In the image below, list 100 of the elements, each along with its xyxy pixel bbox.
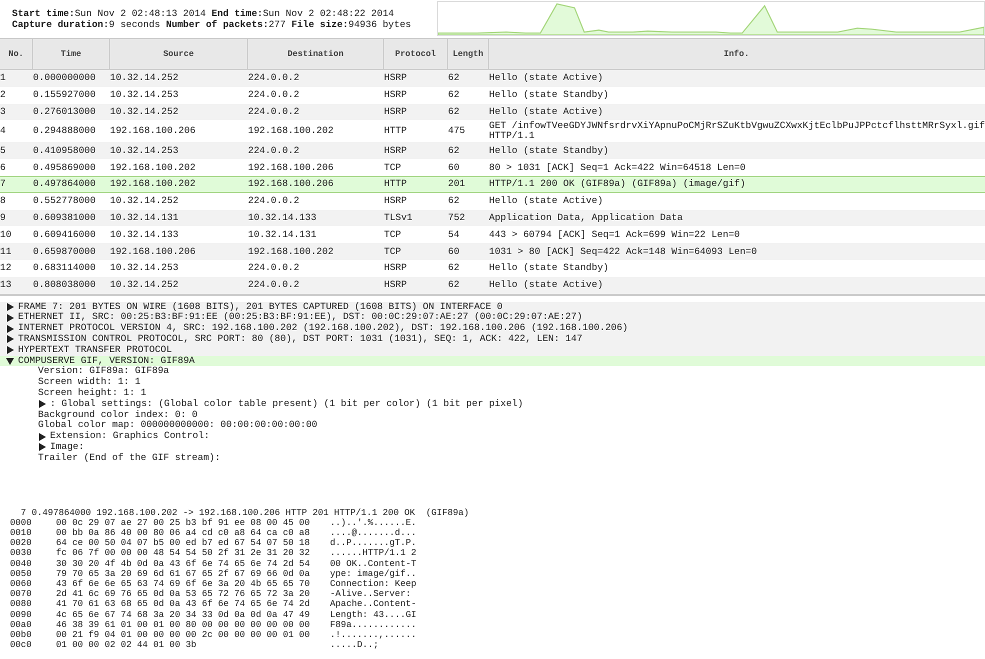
table-cell-text: HTTP <box>384 126 408 136</box>
table-cell-text: 4 <box>0 126 7 136</box>
table-cell-text: TCP <box>384 162 402 173</box>
collapsed-triangle-icon[interactable] <box>6 335 14 344</box>
hex-ascii: ype: image/gif.. <box>330 568 418 579</box>
detail-row[interactable]: HYPERTEXT TRANSFER PROTOCOL <box>0 344 985 356</box>
table-cell-text: 224.0.0.2 <box>248 90 300 100</box>
packet-row[interactable]: 7 0.497864000 192.168.100.202 192.168.100.206 HTTP 201 HTTP/1.1 200 OK (GIF89a) (GIF89a) (image/gif) <box>0 176 985 193</box>
hex-offset: 00b0 <box>10 630 33 640</box>
packet-row[interactable]: 6 0.495869000 192.168.100.202 192.168.100.206 TCP 60 80 > 1031 [ACK] Seq=1 Ack=422 Win=64518 Len=0 <box>0 159 985 176</box>
collapsed-triangle-icon[interactable] <box>6 314 14 322</box>
table-cell-text: 0.276013000 <box>33 106 97 117</box>
packet-summary: 7 0.497864000 192.168.100.202 -> 192.168.100.206 HTTP 201 HTTP/1.1 200 OK (GIF89a) <box>20 508 470 518</box>
column-header[interactable]: Source <box>110 39 248 69</box>
detail-field: Image: <box>50 442 84 453</box>
collapsed-triangle-icon[interactable] <box>6 346 14 354</box>
table-cell-text: 192.168.100.202 <box>248 246 335 257</box>
packet-row[interactable]: 8 0.552778000 10.32.14.252 224.0.0.2 HSRP 62 Hello (state Active) <box>0 192 985 210</box>
packet-row[interactable]: 5 0.410958000 10.32.14.253 224.0.0.2 HSRP 62 Hello (state Standby) <box>0 142 985 160</box>
detail-row[interactable]: TRANSMISSION CONTROL PROTOCOL, SRC PORT: 80 (80), DST PORT: 1031 (1031), SEQ: 1, ACK: 422, LEN: 147 <box>0 334 985 345</box>
hex-bytes: 79 70 65 3a 20 69 6d 61 67 65 2f 67 69 66 0d 0a <box>56 568 311 579</box>
table-cell-text: Application Data, Application Data <box>489 212 684 224</box>
table-cell-text: Hello (state Active) <box>489 279 604 292</box>
table-cell-text: 192.168.100.202 <box>110 179 197 190</box>
capture-summary: Start time:Sun Nov 2 02:48:13 2014 End time:Sun Nov 2 02:48:22 2014 <box>12 8 395 19</box>
collapsed-triangle-icon[interactable] <box>6 324 14 333</box>
table-cell-text: 5 <box>0 146 7 156</box>
table-cell-text: 2 <box>0 90 7 100</box>
expanded-triangle-icon[interactable] <box>6 356 14 365</box>
hex-offset: 00c0 <box>10 640 33 650</box>
detail-field: Screen height: 1: 1 <box>38 388 146 399</box>
packet-row[interactable]: 11 0.659870000 192.168.100.206 192.168.100.202 TCP 60 1031 > 80 [ACK] Seq=422 Ack=148 Win=64093 Len=0 <box>0 243 985 260</box>
packet-row[interactable]: 13 0.808038000 10.32.14.252 224.0.0.2 HSRP 62 Hello (state Active) <box>0 276 985 294</box>
table-cell-text: 224.0.0.2 <box>248 196 300 206</box>
packet-row[interactable]: 9 0.609381000 10.32.14.131 10.32.14.133 TLSv1 752 Application Data, Application Data <box>0 210 985 226</box>
packet-row[interactable]: 2 0.155927000 10.32.14.253 224.0.0.2 HSRP 62 Hello (state Standby) <box>0 86 985 104</box>
table-cell-text: HSRP <box>384 90 408 100</box>
detail-row[interactable]: FRAME 7: 201 BYTES ON WIRE (1608 BITS), 201 BYTES CAPTURED (1608 BITS) ON INTERFACE 0 <box>0 302 985 312</box>
column-header[interactable]: Time <box>33 39 110 69</box>
table-cell-text: 475 <box>448 126 466 136</box>
column-header[interactable]: Protocol <box>384 39 448 69</box>
packet-row[interactable]: 12 0.683114000 10.32.14.253 224.0.0.2 HSRP 62 Hello (state Standby) <box>0 260 985 277</box>
table-cell-text: TCP <box>384 230 402 240</box>
table-cell-text: 10.32.14.253 <box>110 263 180 274</box>
table-cell-text: 10 <box>0 230 12 240</box>
hex-bytes: 64 ce 00 50 04 07 b5 00 ed b7 ed 67 54 07 50 18 <box>56 538 311 548</box>
table-cell-text: 10.32.14.252 <box>110 106 180 117</box>
collapsed-triangle-icon[interactable] <box>38 443 46 452</box>
hex-bytes: 01 00 00 02 02 44 01 00 3b <box>56 640 198 650</box>
table-cell-text: Hello (state Active) <box>489 72 604 84</box>
table-cell-text: 54 <box>448 230 460 240</box>
table-cell-text: HTTP <box>384 179 408 190</box>
column-header[interactable]: Info. <box>489 39 985 69</box>
hex-bytes: fc 06 7f 00 00 00 48 54 54 50 2f 31 2e 31 20 32 <box>56 548 311 559</box>
table-cell-text: TLSv1 <box>384 212 414 223</box>
detail-field: Trailer (End of the GIF stream): <box>38 452 220 464</box>
table-cell-text: 60 <box>448 162 460 173</box>
column-header[interactable]: Length <box>448 39 489 69</box>
detail-row[interactable]: ETHERNET II, SRC: 00:25:B3:BF:91:EE (00:25:B3:BF:91:EE), DST: 00:0C:29:07:AE:27 (00:0C:29:07:AE:27) <box>0 312 985 324</box>
table-cell-text: 62 <box>448 280 460 290</box>
collapsed-triangle-icon[interactable] <box>38 432 46 441</box>
column-header[interactable]: Destination <box>248 39 384 69</box>
table-cell-text: 752 <box>448 212 466 223</box>
detail-field: Background color index: 0: 0 <box>38 410 198 420</box>
hex-offset: 0000 <box>10 518 33 528</box>
detail-field: Screen width: 1: 1 <box>38 377 141 388</box>
hex-ascii: ......HTTP/1.1 2 <box>330 548 418 559</box>
hex-ascii: 00 OK..Content-T <box>330 558 418 569</box>
table-cell-text: 0.410958000 <box>33 146 97 156</box>
column-header[interactable]: No. <box>0 39 33 69</box>
packet-row[interactable]: 10 0.609416000 10.32.14.133 10.32.14.131 TCP 54 443 > 60794 [ACK] Seq=1 Ack=699 Win=22 Len=0 <box>0 226 985 244</box>
hex-bytes: 00 bb 0a 86 40 00 80 06 a4 cd c0 a8 64 ca c0 a8 <box>56 528 311 538</box>
hex-ascii: ..)..'.%......E. <box>330 518 418 528</box>
hex-offset: 0010 <box>10 528 33 538</box>
collapsed-triangle-icon[interactable] <box>6 302 14 311</box>
hex-ascii: d..P.......gT.P. <box>330 538 418 548</box>
hex-ascii: F89a............ <box>330 620 418 630</box>
packet-row[interactable]: 4 0.294888000 192.168.100.206 192.168.100.202 HTTP 475 GET /infowTVeeGDYJWNfsrdrvXiYApnuPoCMjRrSZuKtbVgwuZCXwxKjtEclbPuJPPctcflhsttMRrSyxl.gif HTTP/1.1 <box>0 120 985 142</box>
hex-bytes: 00 21 f9 04 01 00 00 00 00 2c 00 00 00 00 01 00 <box>56 630 311 640</box>
table-cell-text: 192.168.100.206 <box>248 162 335 173</box>
table-cell-text: 62 <box>448 73 460 84</box>
table-cell-text: Hello (state Standby) <box>489 89 610 102</box>
table-cell-text: Hello (state Standby) <box>489 144 610 157</box>
table-cell-text: 1031 > 80 [ACK] Seq=422 Ack=148 Win=64093 Len=0 <box>489 246 758 258</box>
collapsed-triangle-icon[interactable] <box>38 400 46 408</box>
table-cell-text: HSRP <box>384 106 408 117</box>
packet-row[interactable]: 1 0.000000000 10.32.14.252 224.0.0.2 HSRP 62 Hello (state Active) <box>0 70 985 87</box>
detail-row[interactable]: COMPUSERVE GIF, VERSION: GIF89A <box>0 356 985 366</box>
packet-row[interactable]: 3 0.276013000 10.32.14.252 224.0.0.2 HSRP 62 Hello (state Active) <box>0 104 985 120</box>
hex-bytes: 43 6f 6e 6e 65 63 74 69 6f 6e 3a 20 4b 65 65 70 <box>56 578 311 590</box>
detail-field: Global color map: 000000000000: 00:00:00:00:00:00 <box>38 420 318 432</box>
detail-label: TRANSMISSION CONTROL PROTOCOL, SRC PORT: 80 (80), DST PORT: 1031 (1031), SEQ: 1, ACK: 422, LEN: 147 <box>18 334 582 345</box>
detail-row[interactable]: INTERNET PROTOCOL VERSION 4, SRC: 192.168.100.202 (192.168.100.202), DST: 192.168.100.206 (192.168.100.206) <box>0 323 985 334</box>
table-cell-text: 1 <box>0 73 7 84</box>
table-cell-text: 192.168.100.206 <box>110 126 197 136</box>
hex-offset: 0060 <box>10 578 33 590</box>
table-cell-text: 192.168.100.202 <box>248 126 335 136</box>
table-cell-text: 10.32.14.133 <box>110 230 180 240</box>
table-cell-text: HSRP <box>384 263 408 274</box>
table-cell-text: Hello (state Standby) <box>489 262 610 274</box>
